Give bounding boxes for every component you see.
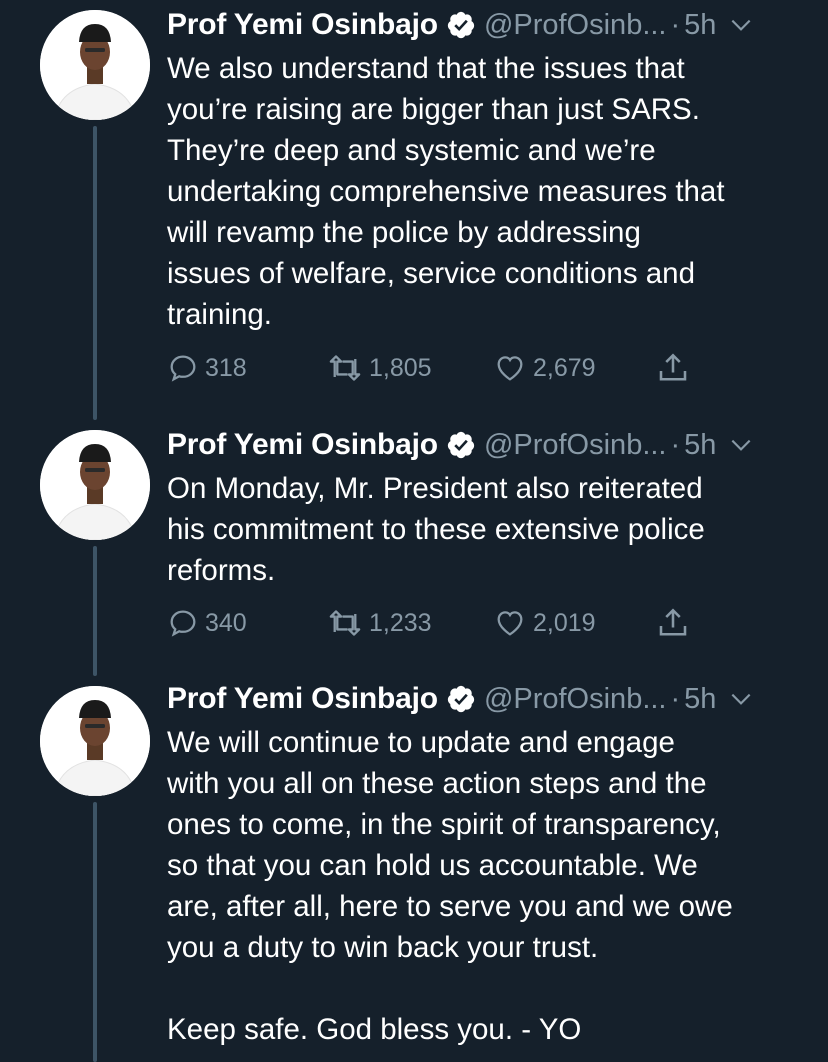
separator-dot: · [670, 8, 681, 41]
chevron-down-icon[interactable] [728, 686, 754, 712]
like-count: 2,679 [533, 353, 596, 382]
timestamp[interactable]: 5h [684, 9, 716, 42]
tweet-actions: 340 1,233 2,019 [167, 603, 727, 643]
thread-connector-line [93, 802, 97, 1062]
share-button[interactable] [655, 603, 691, 643]
tweet-2[interactable]: Prof Yemi Osinbajo @ProfOsinb... · 5h On… [0, 420, 828, 676]
separator-dot: · [670, 682, 681, 715]
author-handle[interactable]: @ProfOsinb... [484, 9, 667, 42]
like-button[interactable]: 2,679 [493, 348, 596, 388]
text-line: his commitment to these extensive police [167, 513, 705, 546]
text-line: training. [167, 298, 272, 331]
reply-count: 318 [205, 353, 247, 382]
text-line: issues of welfare, service conditions an… [167, 257, 695, 290]
reply-button[interactable]: 340 [167, 603, 247, 643]
author-name[interactable]: Prof Yemi Osinbajo [167, 8, 438, 42]
tweet-text: We will continue to update and engage wi… [167, 722, 807, 1050]
text-line: We will continue to update and engage [167, 726, 675, 759]
heart-icon [497, 356, 523, 381]
text-line: reforms. [167, 554, 276, 587]
avatar[interactable] [40, 686, 150, 796]
share-button[interactable] [655, 348, 691, 388]
text-line: are, after all, here to serve you and we… [167, 890, 733, 923]
tweet-1[interactable]: Prof Yemi Osinbajo @ProfOsinb... · 5h We… [0, 0, 828, 420]
thread-connector-line [93, 546, 97, 676]
verified-check-icon [446, 10, 476, 40]
tweet-text: We also understand that the issues that … [167, 48, 807, 335]
retweet-count: 1,233 [369, 608, 432, 637]
text-line: with you all on these action steps and t… [167, 767, 707, 800]
retweet-arrows-icon [329, 355, 361, 381]
tweet-header: Prof Yemi Osinbajo @ProfOsinb... · 5h [167, 4, 798, 46]
text-line: so that you can hold us accountable. We [167, 849, 698, 882]
text-line: you a duty to win back your trust. [167, 931, 599, 964]
text-line: We also understand that the issues that [167, 52, 685, 85]
chevron-down-icon[interactable] [728, 432, 754, 458]
verified-check-icon [446, 684, 476, 714]
text-line: you’re raising are bigger than just SARS… [167, 93, 700, 126]
reply-button[interactable]: 318 [167, 348, 247, 388]
author-name[interactable]: Prof Yemi Osinbajo [167, 682, 438, 716]
author-name[interactable]: Prof Yemi Osinbajo [167, 428, 438, 462]
share-arrow-icon [659, 608, 687, 636]
retweet-button[interactable]: 1,805 [327, 348, 432, 388]
retweet-count: 1,805 [369, 353, 432, 382]
text-line: undertaking comprehensive measures that [167, 175, 725, 208]
like-count: 2,019 [533, 608, 596, 637]
retweet-arrows-icon [329, 610, 361, 636]
avatar[interactable] [40, 430, 150, 540]
tweet-thread: Prof Yemi Osinbajo @ProfOsinb... · 5h We… [0, 0, 828, 1062]
like-button[interactable]: 2,019 [493, 603, 596, 643]
share-arrow-icon [659, 353, 687, 381]
tweet-header: Prof Yemi Osinbajo @ProfOsinb... · 5h [167, 424, 798, 466]
tweet-actions: 318 1,805 2,679 [167, 348, 727, 388]
tweet-header: Prof Yemi Osinbajo @ProfOsinb... · 5h [167, 678, 798, 720]
author-handle[interactable]: @ProfOsinb... [484, 683, 667, 716]
separator-dot: · [670, 428, 681, 461]
thread-connector-line [93, 126, 97, 420]
tweet-3[interactable]: Prof Yemi Osinbajo @ProfOsinb... · 5h We… [0, 676, 828, 1062]
text-line: On Monday, Mr. President also reiterated [167, 472, 703, 505]
closing-line: Keep safe. God bless you. - YO [167, 1013, 582, 1046]
retweet-button[interactable]: 1,233 [327, 603, 432, 643]
verified-check-icon [446, 430, 476, 460]
speech-bubble-icon [170, 355, 196, 382]
chevron-down-icon[interactable] [728, 12, 754, 38]
timestamp[interactable]: 5h [684, 683, 716, 716]
timestamp[interactable]: 5h [684, 429, 716, 462]
author-handle[interactable]: @ProfOsinb... [484, 429, 667, 462]
text-line: They’re deep and systemic and we’re [167, 134, 656, 167]
reply-count: 340 [205, 608, 247, 637]
text-line: will revamp the police by addressing [167, 216, 641, 249]
avatar[interactable] [40, 10, 150, 120]
text-line: ones to come, in the spirit of transpare… [167, 808, 721, 841]
heart-icon [497, 611, 523, 636]
speech-bubble-icon [170, 610, 196, 637]
tweet-text: On Monday, Mr. President also reiterated… [167, 468, 807, 591]
